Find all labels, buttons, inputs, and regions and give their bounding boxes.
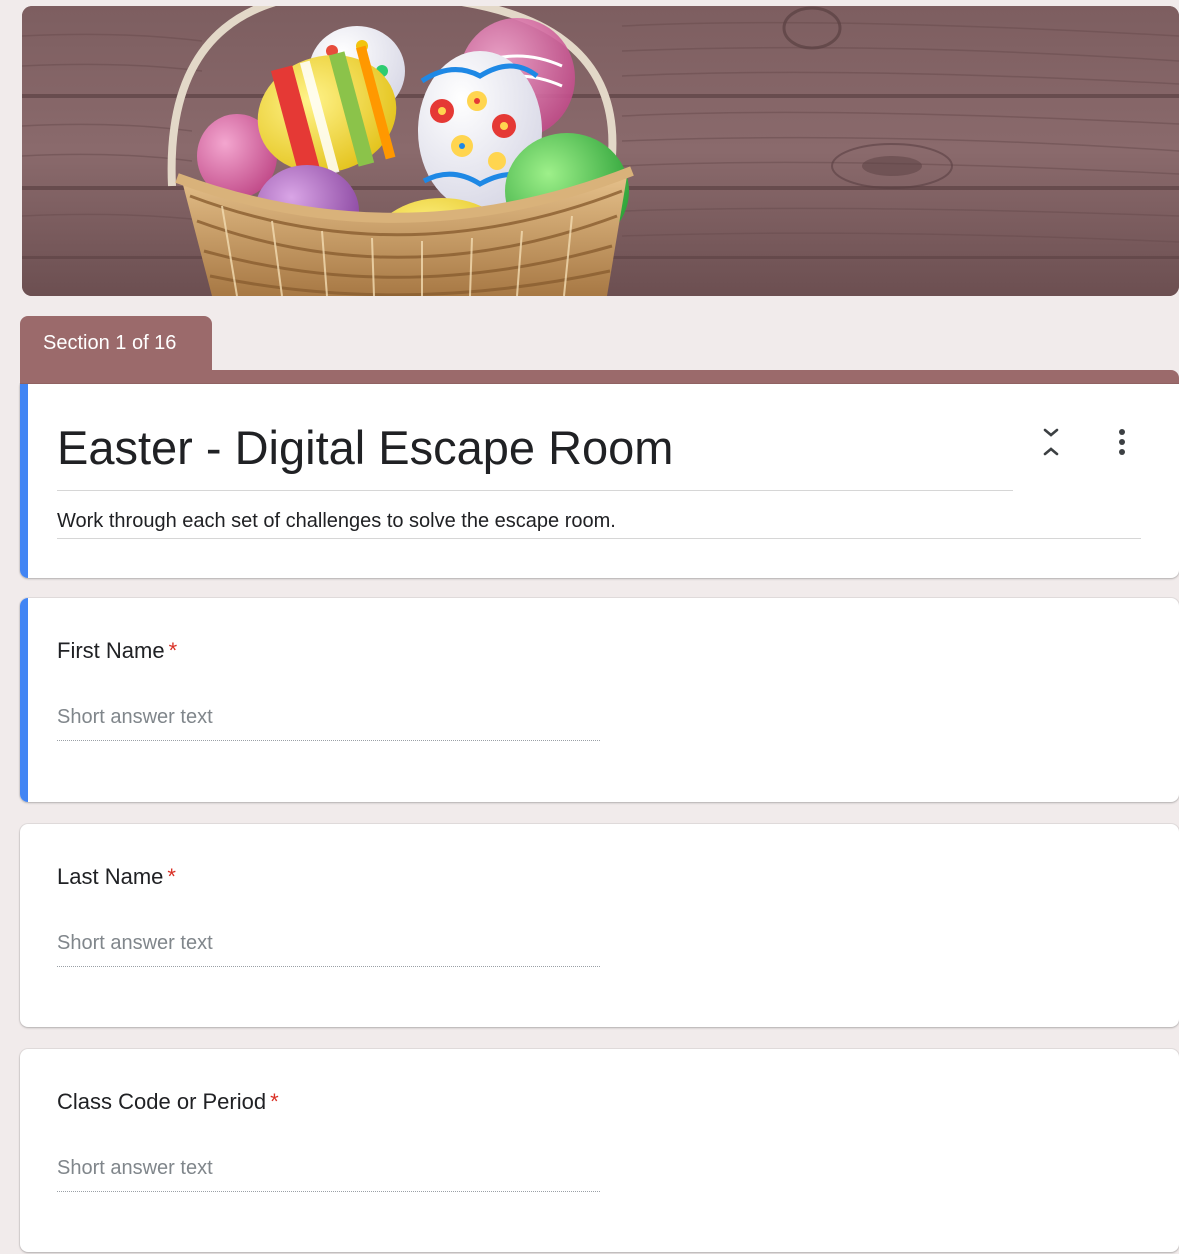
question-label: Class Code or Period * — [57, 1089, 279, 1115]
required-asterisk: * — [167, 864, 176, 889]
question-title: Class Code or Period — [57, 1089, 267, 1114]
form-title-card[interactable]: Easter - Digital Escape Room Work throug… — [20, 384, 1179, 578]
question-card-last-name[interactable]: Last Name * Short answer text — [20, 824, 1179, 1027]
question-card-class-code[interactable]: Class Code or Period * Short answer text — [20, 1049, 1179, 1252]
form-description[interactable]: Work through each set of challenges to s… — [57, 510, 616, 533]
more-options-button[interactable] — [1110, 424, 1134, 460]
collapse-section-icon — [1043, 428, 1059, 456]
collapse-section-button[interactable] — [1037, 424, 1065, 460]
required-asterisk: * — [270, 1089, 279, 1114]
short-answer-placeholder: Short answer text — [57, 1157, 213, 1179]
question-card-first-name[interactable]: First Name * Short answer text — [20, 598, 1179, 802]
short-answer-underline — [57, 966, 600, 967]
section-tab-label: Section 1 of 16 — [43, 332, 177, 354]
short-answer-placeholder: Short answer text — [57, 932, 213, 954]
short-answer-underline — [57, 1191, 600, 1192]
question-title: First Name — [57, 638, 165, 663]
required-asterisk: * — [168, 638, 178, 663]
description-underline — [57, 538, 1141, 539]
header-image — [22, 6, 1179, 296]
question-title: Last Name — [57, 864, 164, 889]
section-tab: Section 1 of 16 — [20, 316, 212, 370]
question-label: Last Name * — [57, 864, 176, 890]
short-answer-underline — [57, 740, 600, 741]
title-underline — [57, 490, 1013, 491]
short-answer-placeholder: Short answer text — [57, 706, 213, 728]
more-vert-icon — [1119, 429, 1125, 455]
form-title[interactable]: Easter - Digital Escape Room — [57, 420, 673, 475]
question-label: First Name * — [57, 638, 177, 664]
